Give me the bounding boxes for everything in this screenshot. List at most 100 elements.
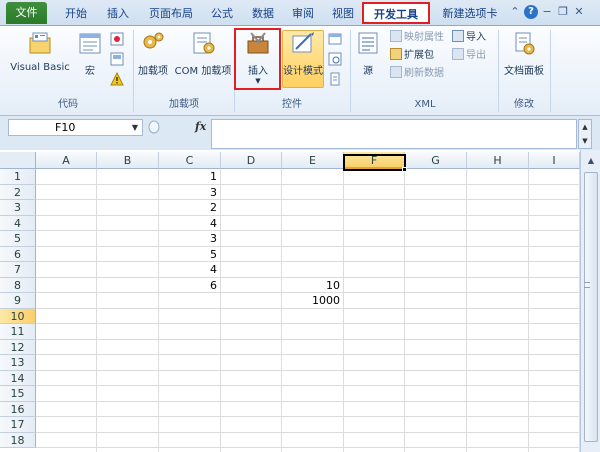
column-header-I[interactable]: I xyxy=(529,152,580,169)
ribbon-tab-bar: 文件 开始 插入 页面布局 公式 数据 审阅 视图 开发工具 新建选项卡 ⌃ ?… xyxy=(0,0,600,26)
refresh-data-button[interactable]: 刷新数据 xyxy=(390,66,444,82)
formula-expand-icon[interactable]: ▲ ▼ xyxy=(578,119,592,149)
insert-function-icon[interactable]: fx xyxy=(195,120,206,133)
row-header-8[interactable]: 8 xyxy=(0,277,36,293)
column-header-C[interactable]: C xyxy=(159,152,221,169)
row-header-3[interactable]: 3 xyxy=(0,200,36,216)
row-header-4[interactable]: 4 xyxy=(0,215,36,231)
formula-dropdown-icon[interactable] xyxy=(147,120,161,134)
cell-C2[interactable]: 3 xyxy=(159,185,221,200)
gridline-horizontal xyxy=(36,230,580,231)
active-cell-F10[interactable] xyxy=(343,154,406,171)
cell-C5[interactable]: 3 xyxy=(159,231,221,246)
macro-icon xyxy=(79,33,101,54)
tab-file[interactable]: 文件 xyxy=(6,2,47,24)
scrollbar-thumb[interactable] xyxy=(584,172,598,442)
column-header-D[interactable]: D xyxy=(221,152,282,169)
xml-export-button[interactable]: 导出 xyxy=(452,48,486,64)
row-header-7[interactable]: 7 xyxy=(0,262,36,278)
column-header-H[interactable]: H xyxy=(467,152,529,169)
vertical-scrollbar[interactable]: ▲ xyxy=(580,150,600,452)
row-header-12[interactable]: 12 xyxy=(0,339,36,355)
map-properties-button[interactable]: 映射属性 xyxy=(390,30,444,46)
cell-E9[interactable]: 1000 xyxy=(282,293,344,308)
import-icon xyxy=(452,30,464,42)
record-macro-icon[interactable] xyxy=(110,32,124,46)
xml-source-button[interactable]: 源 xyxy=(354,30,382,77)
visual-basic-button[interactable]: Visual Basic xyxy=(8,30,72,73)
tab-data[interactable]: 数据 xyxy=(243,3,283,25)
cell-C1[interactable]: 1 xyxy=(159,169,221,184)
addins-button[interactable]: 加载项 xyxy=(136,30,170,77)
column-header-A[interactable]: A xyxy=(36,152,97,169)
export-label: 导出 xyxy=(466,50,486,61)
tab-page-layout[interactable]: 页面布局 xyxy=(140,3,202,25)
run-dialog-icon[interactable] xyxy=(328,72,342,86)
gridline-horizontal xyxy=(36,354,580,355)
gridline-vertical xyxy=(404,169,405,452)
macro-button[interactable]: 宏 xyxy=(76,30,104,77)
row-header-18[interactable]: 18 xyxy=(0,432,36,448)
column-header-B[interactable]: B xyxy=(97,152,159,169)
row-header-10[interactable]: 10 xyxy=(0,308,36,324)
view-code-icon[interactable] xyxy=(328,52,342,66)
row-header-5[interactable]: 5 xyxy=(0,231,36,247)
gridline-horizontal xyxy=(36,369,580,371)
row-header-14[interactable]: 14 xyxy=(0,370,36,386)
tab-insert[interactable]: 插入 xyxy=(98,3,138,25)
design-mode-button[interactable]: 设计模式 xyxy=(282,30,324,77)
cell-C4[interactable]: 4 xyxy=(159,216,221,231)
name-box-value: F10 xyxy=(55,121,76,134)
tab-formulas[interactable]: 公式 xyxy=(204,3,240,25)
com-addins-button[interactable]: COM 加载项 xyxy=(172,30,234,77)
com-addins-label: COM 加载项 xyxy=(174,66,232,77)
column-header-E[interactable]: E xyxy=(282,152,344,169)
spreadsheet-grid[interactable]: A B C D E F G H I 1 2 3 4 5 6 7 8 9 10 11 12 13 14 15 16 17 18 1 3 2 4… xyxy=(0,150,580,452)
cell-C7[interactable]: 4 xyxy=(159,262,221,277)
tab-home[interactable]: 开始 xyxy=(56,3,96,25)
row-header-13[interactable]: 13 xyxy=(0,355,36,371)
gridline-horizontal xyxy=(36,245,580,247)
xml-import-button[interactable]: 导入 xyxy=(452,30,486,46)
cell-C6[interactable]: 5 xyxy=(159,247,221,262)
tab-developer[interactable]: 开发工具 xyxy=(362,2,430,24)
column-header-G[interactable]: G xyxy=(405,152,467,169)
cell-C8[interactable]: 6 xyxy=(159,278,221,293)
relative-reference-icon[interactable] xyxy=(110,52,124,66)
row-header-1[interactable]: 1 xyxy=(0,169,36,185)
row-header-15[interactable]: 15 xyxy=(0,386,36,402)
properties-icon[interactable] xyxy=(328,32,342,46)
com-addins-icon xyxy=(193,32,215,54)
macro-security-icon[interactable] xyxy=(110,72,124,86)
help-icon[interactable]: ? xyxy=(524,5,538,19)
cell-E8[interactable]: 10 xyxy=(282,278,344,293)
name-box[interactable]: F10 ▼ xyxy=(8,119,143,136)
tab-new[interactable]: 新建选项卡 xyxy=(434,3,506,25)
cell-C3[interactable]: 2 xyxy=(159,200,221,215)
row-header-17[interactable]: 17 xyxy=(0,417,36,433)
window-close-icon[interactable]: ✕ xyxy=(572,5,586,19)
document-panel-button[interactable]: 文档面板 xyxy=(500,30,548,77)
row-header-11[interactable]: 11 xyxy=(0,324,36,340)
window-minimize-icon[interactable]: − xyxy=(540,5,554,19)
gridline-horizontal xyxy=(36,431,580,433)
window-restore-icon[interactable]: ❐ xyxy=(556,5,570,19)
formula-input[interactable] xyxy=(211,119,577,149)
gridline-vertical xyxy=(466,169,467,452)
tab-view[interactable]: 视图 xyxy=(324,3,362,25)
group-label-addins: 加载项 xyxy=(169,99,199,110)
minimize-ribbon-icon[interactable]: ⌃ xyxy=(508,5,522,19)
gridline-horizontal xyxy=(36,385,580,386)
select-all-corner[interactable] xyxy=(0,152,36,169)
row-header-6[interactable]: 6 xyxy=(0,246,36,262)
group-label-xml: XML xyxy=(414,99,436,110)
fill-handle[interactable] xyxy=(402,167,407,172)
design-mode-label: 设计模式 xyxy=(283,66,323,77)
tab-review[interactable]: 审阅 xyxy=(284,3,322,25)
name-box-dropdown-icon[interactable]: ▼ xyxy=(132,120,138,135)
row-header-9[interactable]: 9 xyxy=(0,293,36,309)
row-header-2[interactable]: 2 xyxy=(0,184,36,200)
expansion-packs-button[interactable]: 扩展包 xyxy=(390,48,434,64)
row-header-16[interactable]: 16 xyxy=(0,401,36,417)
scroll-up-icon[interactable]: ▲ xyxy=(584,154,598,168)
